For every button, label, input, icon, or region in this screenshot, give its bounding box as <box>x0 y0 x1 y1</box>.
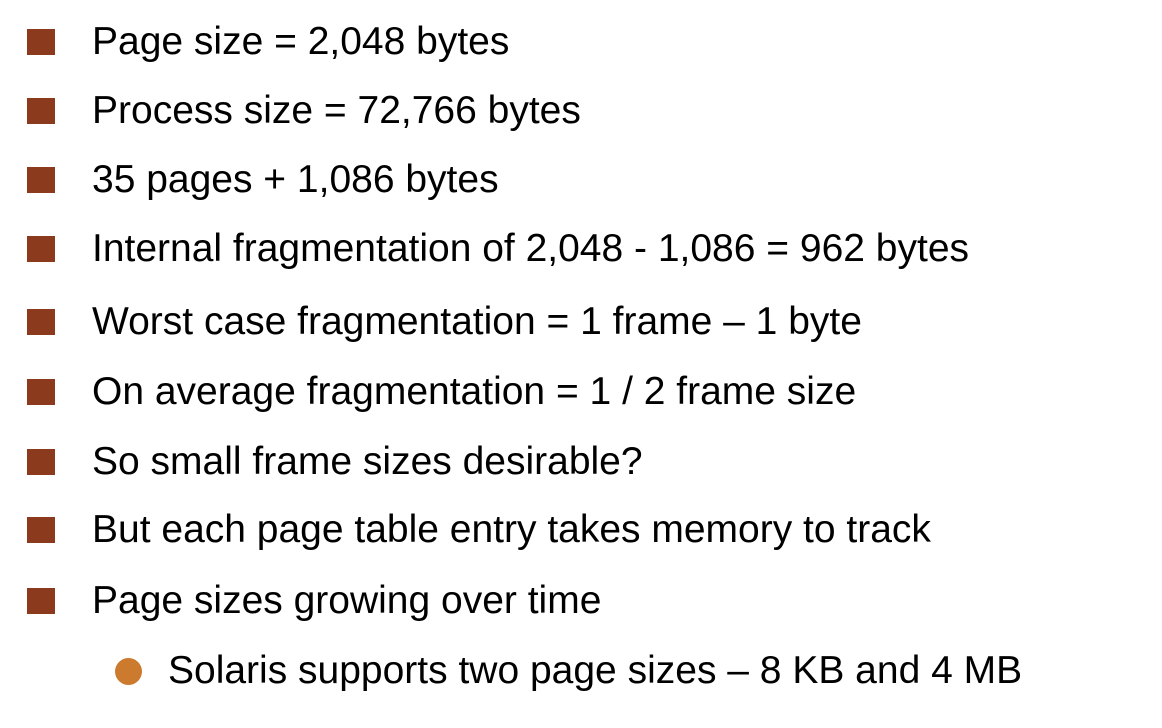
bullet-text: Process size = 72,766 bytes <box>92 89 581 132</box>
square-bullet-icon <box>27 379 55 405</box>
square-bullet-icon <box>27 517 55 543</box>
square-bullet-icon <box>27 309 55 335</box>
square-bullet-icon <box>27 449 55 475</box>
sub-bullet-text: Solaris supports two page sizes – 8 KB a… <box>168 649 1023 692</box>
square-bullet-icon <box>27 588 55 614</box>
slide-body: Page size = 2,048 bytes Process size = 7… <box>0 0 1162 728</box>
bullet-text: On average fragmentation = 1 / 2 frame s… <box>92 370 857 413</box>
bullet-text: But each page table entry takes memory t… <box>92 508 931 551</box>
bullet-text: Page size = 2,048 bytes <box>92 20 510 63</box>
square-bullet-icon <box>27 167 55 193</box>
bullet-text: So small frame sizes desirable? <box>92 440 643 483</box>
square-bullet-icon <box>27 98 55 124</box>
circle-bullet-icon <box>115 657 142 685</box>
bullet-text: Internal fragmentation of 2,048 - 1,086 … <box>92 227 970 270</box>
square-bullet-icon <box>27 236 55 262</box>
bullet-text: 35 pages + 1,086 bytes <box>92 158 499 201</box>
bullet-text: Worst case fragmentation = 1 frame – 1 b… <box>92 300 862 343</box>
bullet-text: Page sizes growing over time <box>92 579 602 622</box>
square-bullet-icon <box>27 29 55 55</box>
